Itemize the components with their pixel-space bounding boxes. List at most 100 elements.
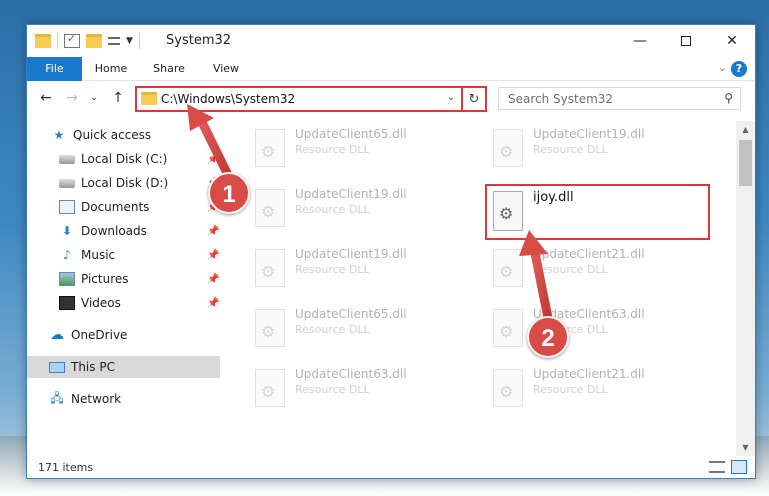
minimize-button[interactable]: — (617, 25, 663, 57)
star-icon: ★ (53, 128, 65, 142)
refresh-button[interactable]: ↻ (461, 86, 485, 112)
sidebar-item-documents[interactable]: Documents 📌 (27, 196, 220, 218)
file-type: Resource DLL (295, 263, 370, 276)
toolbar-divider (57, 33, 58, 49)
maximize-icon (681, 36, 691, 46)
tab-view[interactable]: View (198, 57, 254, 81)
file-item[interactable]: UpdateClient19.dll Resource DLL (485, 123, 715, 173)
pin-icon[interactable]: 📌 (207, 298, 219, 309)
dll-file-icon (255, 369, 285, 407)
file-name: UpdateClient65.dll (295, 307, 407, 321)
dll-file-icon (493, 129, 523, 167)
expand-ribbon-icon[interactable]: ⌄ (718, 61, 727, 74)
sidebar-item-quick-access[interactable]: ★ Quick access (27, 124, 220, 146)
documents-icon (59, 200, 75, 214)
file-name: UpdateClient19.dll (295, 187, 407, 201)
sidebar-item-label: This PC (71, 360, 115, 374)
file-type: Resource DLL (295, 143, 370, 156)
quick-access-toolbar: ▼ (35, 32, 140, 49)
drive-icon (59, 178, 75, 188)
maximize-button[interactable] (663, 25, 709, 57)
ijoy-dll-file-item[interactable]: ijoy.dll (485, 184, 710, 240)
toolbar-divider (138, 33, 140, 49)
dll-file-icon (493, 191, 523, 231)
address-path[interactable]: C:\Windows\System32 (161, 92, 295, 106)
sidebar-item-local-disk-c[interactable]: Local Disk (C:) 📌 (27, 148, 220, 170)
dll-file-icon (255, 129, 285, 167)
customize-icon[interactable] (108, 37, 120, 45)
file-name: UpdateClient19.dll (533, 127, 645, 141)
back-button[interactable]: ← (35, 88, 57, 108)
file-item[interactable]: UpdateClient21.dll Resource DLL (485, 363, 715, 413)
properties-icon[interactable] (64, 32, 80, 48)
dll-file-icon (493, 369, 523, 407)
folder-icon (35, 34, 51, 48)
details-view-icon[interactable] (709, 461, 725, 473)
scroll-down-icon[interactable]: ▼ (736, 439, 755, 456)
recent-locations-button[interactable]: ⌄ (87, 88, 101, 108)
pin-icon[interactable]: 📌 (207, 250, 219, 261)
sidebar-item-network[interactable]: 🖧 Network (27, 388, 220, 410)
scroll-up-icon[interactable]: ▲ (736, 121, 755, 138)
cloud-icon: ☁ (50, 327, 64, 343)
sidebar-item-pictures[interactable]: Pictures 📌 (27, 268, 220, 290)
file-name: UpdateClient21.dll (533, 367, 645, 381)
scroll-thumb[interactable] (739, 140, 752, 186)
forward-button[interactable]: → (61, 88, 83, 108)
navigation-bar: ← → ⌄ ↑ C:\Windows\System32 ⌄ ↻ Search S… (27, 81, 755, 116)
dll-file-icon (255, 309, 285, 347)
file-item[interactable]: UpdateClient63.dll Resource DLL (247, 363, 477, 413)
up-button[interactable]: ↑ (107, 88, 129, 108)
file-item[interactable]: UpdateClient65.dll Resource DLL (247, 123, 477, 173)
file-name: UpdateClient63.dll (295, 367, 407, 381)
qat-dropdown-icon[interactable]: ▼ (126, 36, 133, 46)
tab-share[interactable]: Share (140, 57, 198, 81)
sidebar-item-label: Quick access (73, 128, 152, 142)
file-item[interactable]: UpdateClient19.dll Resource DLL (247, 183, 477, 233)
sidebar-item-label: Downloads (81, 224, 147, 238)
sidebar-item-local-disk-d[interactable]: Local Disk (D:) 📌 (27, 172, 220, 194)
sidebar-item-onedrive[interactable]: ☁ OneDrive (27, 324, 220, 346)
sidebar-item-downloads[interactable]: ⬇ Downloads 📌 (27, 220, 220, 242)
pin-icon[interactable]: 📌 (207, 274, 219, 285)
file-name: UpdateClient21.dll (533, 247, 645, 261)
sidebar-item-label: Network (71, 392, 122, 406)
address-bar[interactable]: C:\Windows\System32 ⌄ ↻ (135, 86, 487, 112)
tab-home[interactable]: Home (82, 57, 140, 81)
large-icons-view-icon[interactable] (731, 460, 747, 474)
close-button[interactable]: ✕ (709, 25, 755, 57)
new-folder-icon[interactable] (86, 34, 102, 48)
help-icon[interactable]: ? (731, 61, 747, 77)
folder-icon (141, 92, 157, 105)
sidebar-item-label: Music (81, 248, 116, 262)
search-input[interactable]: Search System32 ⚲ (498, 87, 741, 110)
search-placeholder: Search System32 (508, 92, 614, 106)
tab-file[interactable]: File (27, 57, 82, 81)
file-item[interactable]: UpdateClient65.dll Resource DLL (247, 303, 477, 353)
sidebar-item-label: Documents (81, 200, 150, 214)
sidebar-item-label: Pictures (81, 272, 129, 286)
title-bar: ▼ System32 — ✕ (27, 25, 755, 57)
file-item[interactable]: UpdateClient19.dll Resource DLL (247, 243, 477, 293)
sidebar-item-music[interactable]: ♪ Music 📌 (27, 244, 220, 266)
pin-icon[interactable]: 📌 (207, 154, 219, 165)
file-item[interactable]: UpdateClient21.dll Resource DLL (485, 243, 715, 293)
file-item[interactable]: UpdateClient63.dll Resource DLL (485, 303, 715, 353)
sidebar-item-videos[interactable]: Videos 📌 (27, 292, 220, 314)
pictures-icon (59, 272, 75, 286)
address-dropdown-icon[interactable]: ⌄ (447, 92, 455, 103)
network-icon: 🖧 (50, 390, 64, 405)
dll-file-icon (493, 309, 523, 347)
dll-file-icon (255, 189, 285, 227)
vertical-scrollbar[interactable]: ▲ ▼ (736, 121, 755, 456)
dll-file-icon (255, 249, 285, 287)
status-bar: 171 items (27, 456, 755, 478)
sidebar-item-label: Local Disk (C:) (81, 152, 168, 166)
pin-icon[interactable]: 📌 (207, 226, 219, 237)
download-icon: ⬇ (61, 224, 73, 238)
file-type: Resource DLL (295, 203, 370, 216)
sidebar-item-this-pc[interactable]: This PC (27, 356, 220, 378)
file-type: Resource DLL (533, 263, 608, 276)
search-icon[interactable]: ⚲ (724, 91, 733, 105)
file-type: Resource DLL (533, 383, 608, 396)
